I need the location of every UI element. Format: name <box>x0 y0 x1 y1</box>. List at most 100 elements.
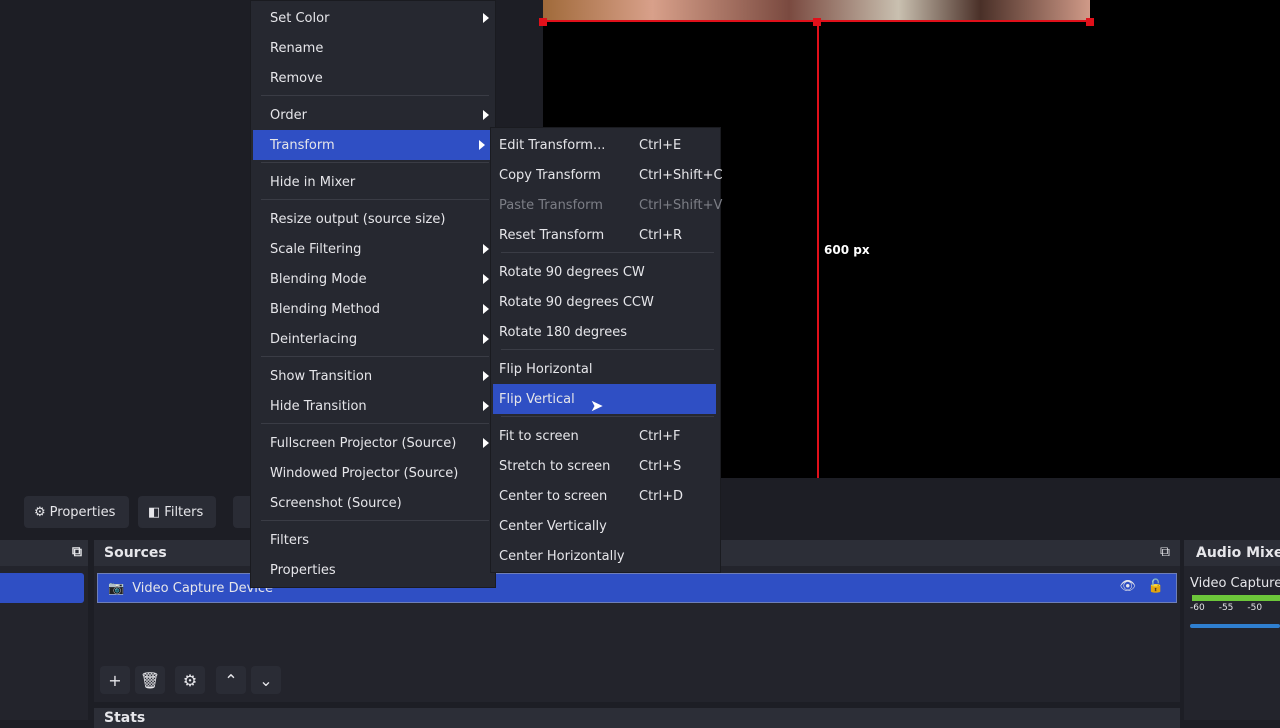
audio-mixer-header: Audio Mixer <box>1184 540 1280 566</box>
menu-item-label: Set Color <box>270 10 330 26</box>
menu-item-label: Stretch to screen <box>499 458 611 474</box>
transform-menu-item[interactable]: Center Horizontally <box>491 541 720 571</box>
menu-item-label: Flip Horizontal <box>499 361 593 377</box>
transform-menu-item[interactable]: Copy Transform Ctrl+Shift+C <box>491 160 723 190</box>
transform-menu-item: Paste Transform Ctrl+Shift+V <box>491 190 723 220</box>
shortcut-label: Ctrl+Shift+C <box>639 167 723 183</box>
menu-item-label: Center Vertically <box>499 518 607 534</box>
menu-item-label: Show Transition <box>270 368 373 384</box>
menu-item-label: Paste Transform <box>499 197 603 213</box>
transform-menu-item[interactable]: Fit to screen Ctrl+F <box>491 421 720 451</box>
menu-item[interactable]: Set Color <box>251 3 495 33</box>
menu-separator <box>261 520 489 521</box>
menu-separator <box>261 423 489 424</box>
menu-item-label: Flip Vertical <box>499 391 575 407</box>
menu-item[interactable]: Fullscreen Projector (Source) <box>251 428 495 458</box>
submenu-arrow-icon <box>483 244 489 254</box>
menu-item[interactable]: Screenshot (Source) <box>251 488 495 518</box>
menu-item-label: Remove <box>270 70 323 86</box>
context-menu: Set Color Rename Remove Order Transform Hide … <box>250 0 496 588</box>
shortcut-label: Ctrl+F <box>639 428 681 444</box>
tick: -60 <box>1190 603 1205 613</box>
undock-icon[interactable]: ⧉ <box>72 544 82 560</box>
shortcut-label: Ctrl+S <box>639 458 682 474</box>
transform-menu-item[interactable]: Rotate 90 degrees CCW <box>491 287 720 317</box>
menu-item[interactable]: Scale Filtering <box>251 234 495 264</box>
menu-separator <box>501 252 714 253</box>
scene-item-selected[interactable] <box>0 573 84 603</box>
menu-item[interactable]: Filters <box>251 525 495 555</box>
transform-menu-item[interactable]: Flip Horizontal <box>491 354 720 384</box>
menu-item[interactable]: Blending Method <box>251 294 495 324</box>
menu-item-label: Transform <box>270 137 335 153</box>
menu-separator <box>261 162 489 163</box>
volume-meter <box>1192 595 1280 601</box>
submenu-arrow-icon <box>483 401 489 411</box>
resize-handle[interactable] <box>1086 18 1094 26</box>
transform-menu-item[interactable]: Rotate 180 degrees <box>491 317 720 347</box>
source-settings-button[interactable]: ⚙ <box>175 666 205 694</box>
resize-handle[interactable] <box>539 18 547 26</box>
filters-button[interactable]: ◧ Filters <box>138 496 216 528</box>
menu-item[interactable]: Windowed Projector (Source) <box>251 458 495 488</box>
camera-icon: 📷 <box>108 580 125 596</box>
menu-item-label: Order <box>270 107 307 123</box>
menu-item[interactable]: Properties <box>251 555 495 585</box>
move-down-button[interactable]: ⌄ <box>251 666 281 694</box>
transform-menu-item[interactable]: Center Vertically <box>491 511 720 541</box>
transform-menu-item[interactable]: Rotate 90 degrees CW <box>491 257 720 287</box>
menu-separator <box>261 95 489 96</box>
menu-item[interactable]: Blending Mode <box>251 264 495 294</box>
shortcut-label: Ctrl+D <box>639 488 684 504</box>
properties-button[interactable]: ⚙ Properties <box>24 496 129 528</box>
remove-source-button[interactable]: 🗑 <box>135 666 165 694</box>
sources-title: Sources <box>104 545 167 561</box>
menu-separator <box>261 199 489 200</box>
menu-item[interactable]: Show Transition <box>251 361 495 391</box>
submenu-arrow-icon <box>483 110 489 120</box>
menu-item-label: Blending Mode <box>270 271 367 287</box>
transform-menu-item[interactable]: Flip Vertical <box>493 384 716 414</box>
properties-label: Properties <box>49 504 116 520</box>
undock-icon[interactable]: ⧉ <box>1160 544 1170 560</box>
transform-menu-item[interactable]: Center to screen Ctrl+D <box>491 481 720 511</box>
volume-slider[interactable] <box>1190 624 1280 628</box>
submenu-arrow-icon <box>483 371 489 381</box>
add-source-button[interactable]: + <box>100 666 130 694</box>
unlock-icon[interactable]: 🔓 <box>1148 579 1164 594</box>
menu-item-label: Windowed Projector (Source) <box>270 465 459 481</box>
menu-separator <box>501 416 714 417</box>
scenes-dock-header: ⧉ <box>0 540 88 566</box>
menu-item[interactable]: Transform <box>253 130 491 160</box>
submenu-arrow-icon <box>483 274 489 284</box>
menu-item-label: Scale Filtering <box>270 241 362 257</box>
tick: -50 <box>1247 603 1263 613</box>
menu-item[interactable]: Hide Transition <box>251 391 495 421</box>
shortcut-label: Ctrl+Shift+V <box>639 197 723 213</box>
submenu-arrow-icon <box>483 438 489 448</box>
menu-item[interactable]: Rename <box>251 33 495 63</box>
menu-item-label: Properties <box>270 562 336 578</box>
transform-menu-item[interactable]: Stretch to screen Ctrl+S <box>491 451 720 481</box>
submenu-arrow-icon <box>483 304 489 314</box>
menu-item[interactable]: Resize output (source size) <box>251 204 495 234</box>
meter-scale: -60 -55 -50 <box>1190 603 1262 613</box>
channel-name: Video Capture <box>1190 576 1280 591</box>
menu-item[interactable]: Hide in Mixer <box>251 167 495 197</box>
resize-handle[interactable] <box>813 18 821 26</box>
stats-title: Stats <box>104 710 146 726</box>
audio-mixer-dock <box>1184 540 1280 720</box>
menu-item[interactable]: Order <box>251 100 495 130</box>
stats-dock-header: Stats <box>94 708 1180 728</box>
transform-menu-item[interactable]: Edit Transform... Ctrl+E <box>491 130 720 160</box>
eye-icon[interactable]: 👁 <box>1119 579 1136 594</box>
menu-item-label: Center to screen <box>499 488 608 504</box>
move-up-button[interactable]: ⌃ <box>216 666 246 694</box>
scenes-dock <box>0 540 88 720</box>
menu-item-label: Fullscreen Projector (Source) <box>270 435 457 451</box>
submenu-arrow-icon <box>483 13 489 23</box>
menu-item[interactable]: Deinterlacing <box>251 324 495 354</box>
transform-menu-item[interactable]: Reset Transform Ctrl+R <box>491 220 720 250</box>
menu-item[interactable]: Remove <box>251 63 495 93</box>
mouse-cursor-icon: ➤ <box>590 396 604 415</box>
